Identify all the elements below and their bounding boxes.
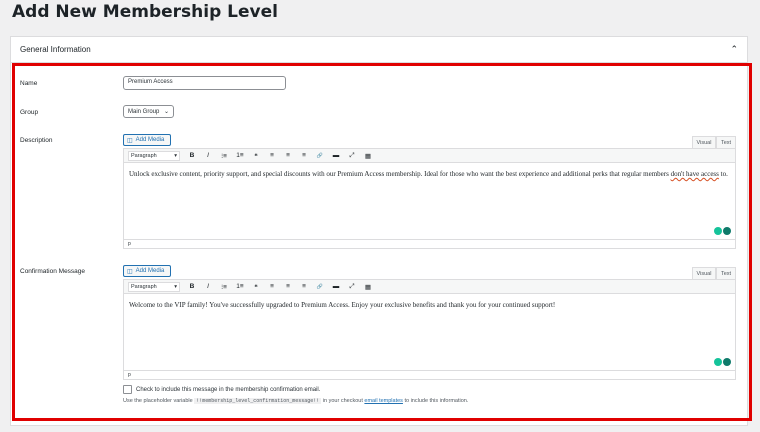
toolbar-toggle-icon[interactable]: ▦ bbox=[364, 152, 372, 160]
italic-button[interactable]: I bbox=[204, 152, 212, 159]
grammarly-widget[interactable] bbox=[714, 358, 732, 367]
media-icon: ◫ bbox=[127, 137, 133, 144]
confirmation-label: Confirmation Message bbox=[20, 268, 86, 275]
blockquote-icon[interactable]: ❝ bbox=[252, 283, 260, 291]
description-add-media-button[interactable]: ◫ Add Media bbox=[123, 134, 171, 146]
description-text-1: Unlock exclusive content, priority suppo… bbox=[129, 170, 671, 178]
description-tab-visual[interactable]: Visual bbox=[692, 136, 716, 148]
read-more-icon[interactable]: ▬ bbox=[332, 152, 340, 159]
description-text-flagged: don't have access bbox=[670, 170, 719, 178]
status-path: p bbox=[128, 241, 131, 247]
grammarly-bulb-icon[interactable] bbox=[714, 227, 722, 235]
read-more-icon[interactable]: ▬ bbox=[332, 283, 340, 290]
bullet-list-icon[interactable]: ⁝≡ bbox=[220, 283, 228, 291]
align-left-icon[interactable]: ≡ bbox=[268, 152, 276, 159]
description-content[interactable]: Unlock exclusive content, priority suppo… bbox=[124, 163, 735, 186]
align-center-icon[interactable]: ≡ bbox=[284, 283, 292, 290]
numbered-list-icon[interactable]: 1≡ bbox=[236, 152, 244, 159]
media-icon: ◫ bbox=[127, 268, 133, 275]
name-input[interactable]: Premium Access bbox=[123, 76, 286, 90]
confirmation-content[interactable]: Welcome to the VIP family! You've succes… bbox=[124, 294, 735, 317]
add-media-label: Add Media bbox=[135, 268, 165, 274]
format-select-value: Paragraph bbox=[131, 283, 157, 290]
link-icon[interactable]: 🔗 bbox=[316, 284, 324, 290]
chevron-down-icon: ▾ bbox=[174, 152, 177, 159]
grammarly-logo-icon[interactable] bbox=[723, 358, 731, 366]
description-status-bar: p bbox=[124, 239, 735, 248]
bold-button[interactable]: B bbox=[188, 152, 196, 159]
align-center-icon[interactable]: ≡ bbox=[284, 152, 292, 159]
email-templates-link[interactable]: email templates bbox=[364, 398, 403, 404]
grammarly-bulb-icon[interactable] bbox=[714, 358, 722, 366]
add-media-label: Add Media bbox=[135, 137, 165, 143]
group-select-value: Main Group bbox=[128, 108, 160, 115]
confirmation-toolbar: Paragraph ▾ B I ⁝≡ 1≡ ❝ ≡ ≡ ≡ 🔗 ▬ ⤢ ▦ bbox=[124, 280, 735, 294]
format-select-value: Paragraph bbox=[131, 152, 157, 159]
confirmation-tab-visual[interactable]: Visual bbox=[692, 267, 716, 279]
bullet-list-icon[interactable]: ⁝≡ bbox=[220, 152, 228, 160]
align-right-icon[interactable]: ≡ bbox=[300, 283, 308, 290]
chevron-down-icon: ⌄ bbox=[163, 109, 169, 115]
placeholder-variable: !!membership_level_confirmation_message!… bbox=[194, 398, 322, 404]
grammarly-logo-icon[interactable] bbox=[723, 227, 731, 235]
confirmation-status-bar: p bbox=[124, 370, 735, 379]
name-label: Name bbox=[20, 80, 38, 87]
group-label: Group bbox=[20, 109, 39, 116]
bold-button[interactable]: B bbox=[188, 283, 196, 290]
chevron-up-icon[interactable]: ⌃ bbox=[730, 44, 738, 55]
align-left-icon[interactable]: ≡ bbox=[268, 283, 276, 290]
format-select[interactable]: Paragraph ▾ bbox=[128, 281, 180, 292]
confirmation-add-media-button[interactable]: ◫ Add Media bbox=[123, 265, 171, 277]
help-text-after: to include this information. bbox=[404, 398, 469, 404]
align-right-icon[interactable]: ≡ bbox=[300, 152, 308, 159]
page-title: Add New Membership Level bbox=[12, 2, 278, 22]
status-path: p bbox=[128, 372, 131, 378]
fullscreen-icon[interactable]: ⤢ bbox=[348, 283, 356, 291]
numbered-list-icon[interactable]: 1≡ bbox=[236, 283, 244, 290]
format-select[interactable]: Paragraph ▾ bbox=[128, 150, 180, 161]
fullscreen-icon[interactable]: ⤢ bbox=[348, 152, 356, 160]
confirmation-editor[interactable]: Paragraph ▾ B I ⁝≡ 1≡ ❝ ≡ ≡ ≡ 🔗 ▬ ⤢ ▦ We… bbox=[123, 279, 736, 380]
toolbar-toggle-icon[interactable]: ▦ bbox=[364, 283, 372, 291]
description-tab-text[interactable]: Text bbox=[716, 136, 736, 148]
help-text-before: Use the placeholder variable bbox=[123, 398, 193, 404]
checkbox-label[interactable]: Check to include this message in the mem… bbox=[136, 387, 320, 393]
group-select[interactable]: Main Group ⌄ bbox=[123, 105, 174, 118]
blockquote-icon[interactable]: ❝ bbox=[252, 152, 260, 160]
confirmation-email-checkbox-row: Check to include this message in the mem… bbox=[123, 385, 320, 394]
link-icon[interactable]: 🔗 bbox=[316, 153, 324, 159]
confirmation-tab-text[interactable]: Text bbox=[716, 267, 736, 279]
panel-header[interactable]: General Information ⌃ bbox=[11, 37, 747, 63]
panel-title: General Information bbox=[20, 45, 91, 54]
help-text-middle: in your checkout bbox=[322, 398, 363, 404]
description-editor[interactable]: Paragraph ▾ B I ⁝≡ 1≡ ❝ ≡ ≡ ≡ 🔗 ▬ ⤢ ▦ Un… bbox=[123, 148, 736, 249]
chevron-down-icon: ▾ bbox=[174, 283, 177, 290]
description-label: Description bbox=[20, 137, 53, 144]
grammarly-widget[interactable] bbox=[714, 227, 732, 236]
confirmation-email-checkbox[interactable] bbox=[123, 385, 132, 394]
description-toolbar: Paragraph ▾ B I ⁝≡ 1≡ ❝ ≡ ≡ ≡ 🔗 ▬ ⤢ ▦ bbox=[124, 149, 735, 163]
help-text: Use the placeholder variable !!membershi… bbox=[123, 398, 468, 404]
italic-button[interactable]: I bbox=[204, 283, 212, 290]
description-text-2: to. bbox=[718, 170, 728, 178]
